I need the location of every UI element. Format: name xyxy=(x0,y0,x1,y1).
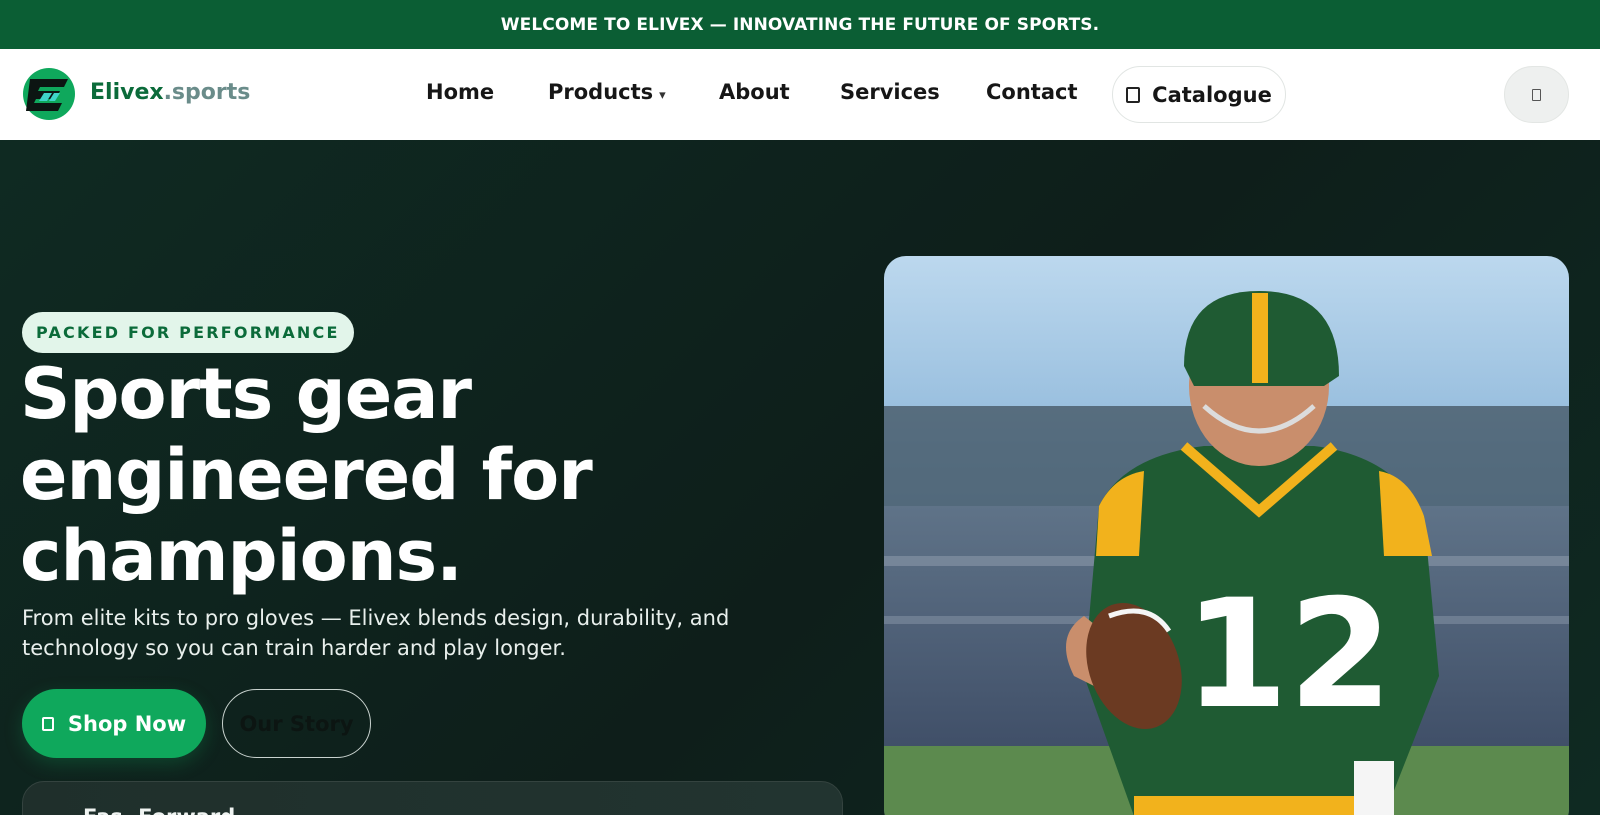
chevron-down-icon: ▾ xyxy=(659,88,666,103)
nav-services[interactable]: Services xyxy=(840,80,940,104)
headline-line-1: Sports gear xyxy=(20,353,472,435)
hero-subtext: From elite kits to pro gloves — Elivex b… xyxy=(22,606,730,660)
brand-part-1: Elivex xyxy=(90,80,164,105)
our-story-button[interactable]: Our Story xyxy=(222,689,371,758)
book-icon xyxy=(1126,86,1141,103)
logo-icon[interactable] xyxy=(22,67,76,121)
bag-icon xyxy=(1532,88,1541,101)
shop-now-label: Shop Now xyxy=(67,711,187,736)
headline-line-2: engineered for xyxy=(20,434,593,516)
announcement-bar: WELCOME TO ELIVEX — INNOVATING THE FUTUR… xyxy=(0,0,1600,49)
catalogue-button[interactable]: Catalogue xyxy=(1112,66,1286,123)
nav-about[interactable]: About xyxy=(719,80,790,104)
feature-card-title: Fas. Forward xyxy=(83,805,235,815)
our-story-label: Our Story xyxy=(239,711,354,736)
brand-name[interactable]: Elivex.sports xyxy=(90,80,250,105)
feature-card: Fas. Forward xyxy=(22,781,843,815)
headline-line-3: champions. xyxy=(20,515,463,597)
nav-contact[interactable]: Contact xyxy=(986,80,1078,104)
announcement-prefix: WELCOME TO xyxy=(500,14,631,35)
cart-icon xyxy=(41,716,54,731)
announcement-suffix: — INNOVATING THE FUTURE OF SPORTS. xyxy=(709,14,1100,35)
shop-now-button[interactable]: Shop Now xyxy=(22,689,206,758)
jersey-number: 12 xyxy=(1184,568,1393,742)
nav-products-label: Products xyxy=(548,80,654,104)
nav-home[interactable]: Home xyxy=(426,80,494,104)
cart-button[interactable] xyxy=(1504,66,1569,123)
hero-headline: Sports gear engineered for champions. xyxy=(20,354,740,597)
catalogue-label: Catalogue xyxy=(1152,82,1272,107)
main-navbar: Elivex.sports Home Products ▾ About Servi… xyxy=(0,49,1600,140)
hero-image-football-player: 12 xyxy=(884,256,1569,815)
nav-products[interactable]: Products ▾ xyxy=(548,80,666,104)
brand-part-2: .sports xyxy=(163,80,251,105)
announcement-brand: ELIVEX xyxy=(636,14,704,35)
hero-badge: PACKED FOR PERFORMANCE xyxy=(22,312,354,353)
